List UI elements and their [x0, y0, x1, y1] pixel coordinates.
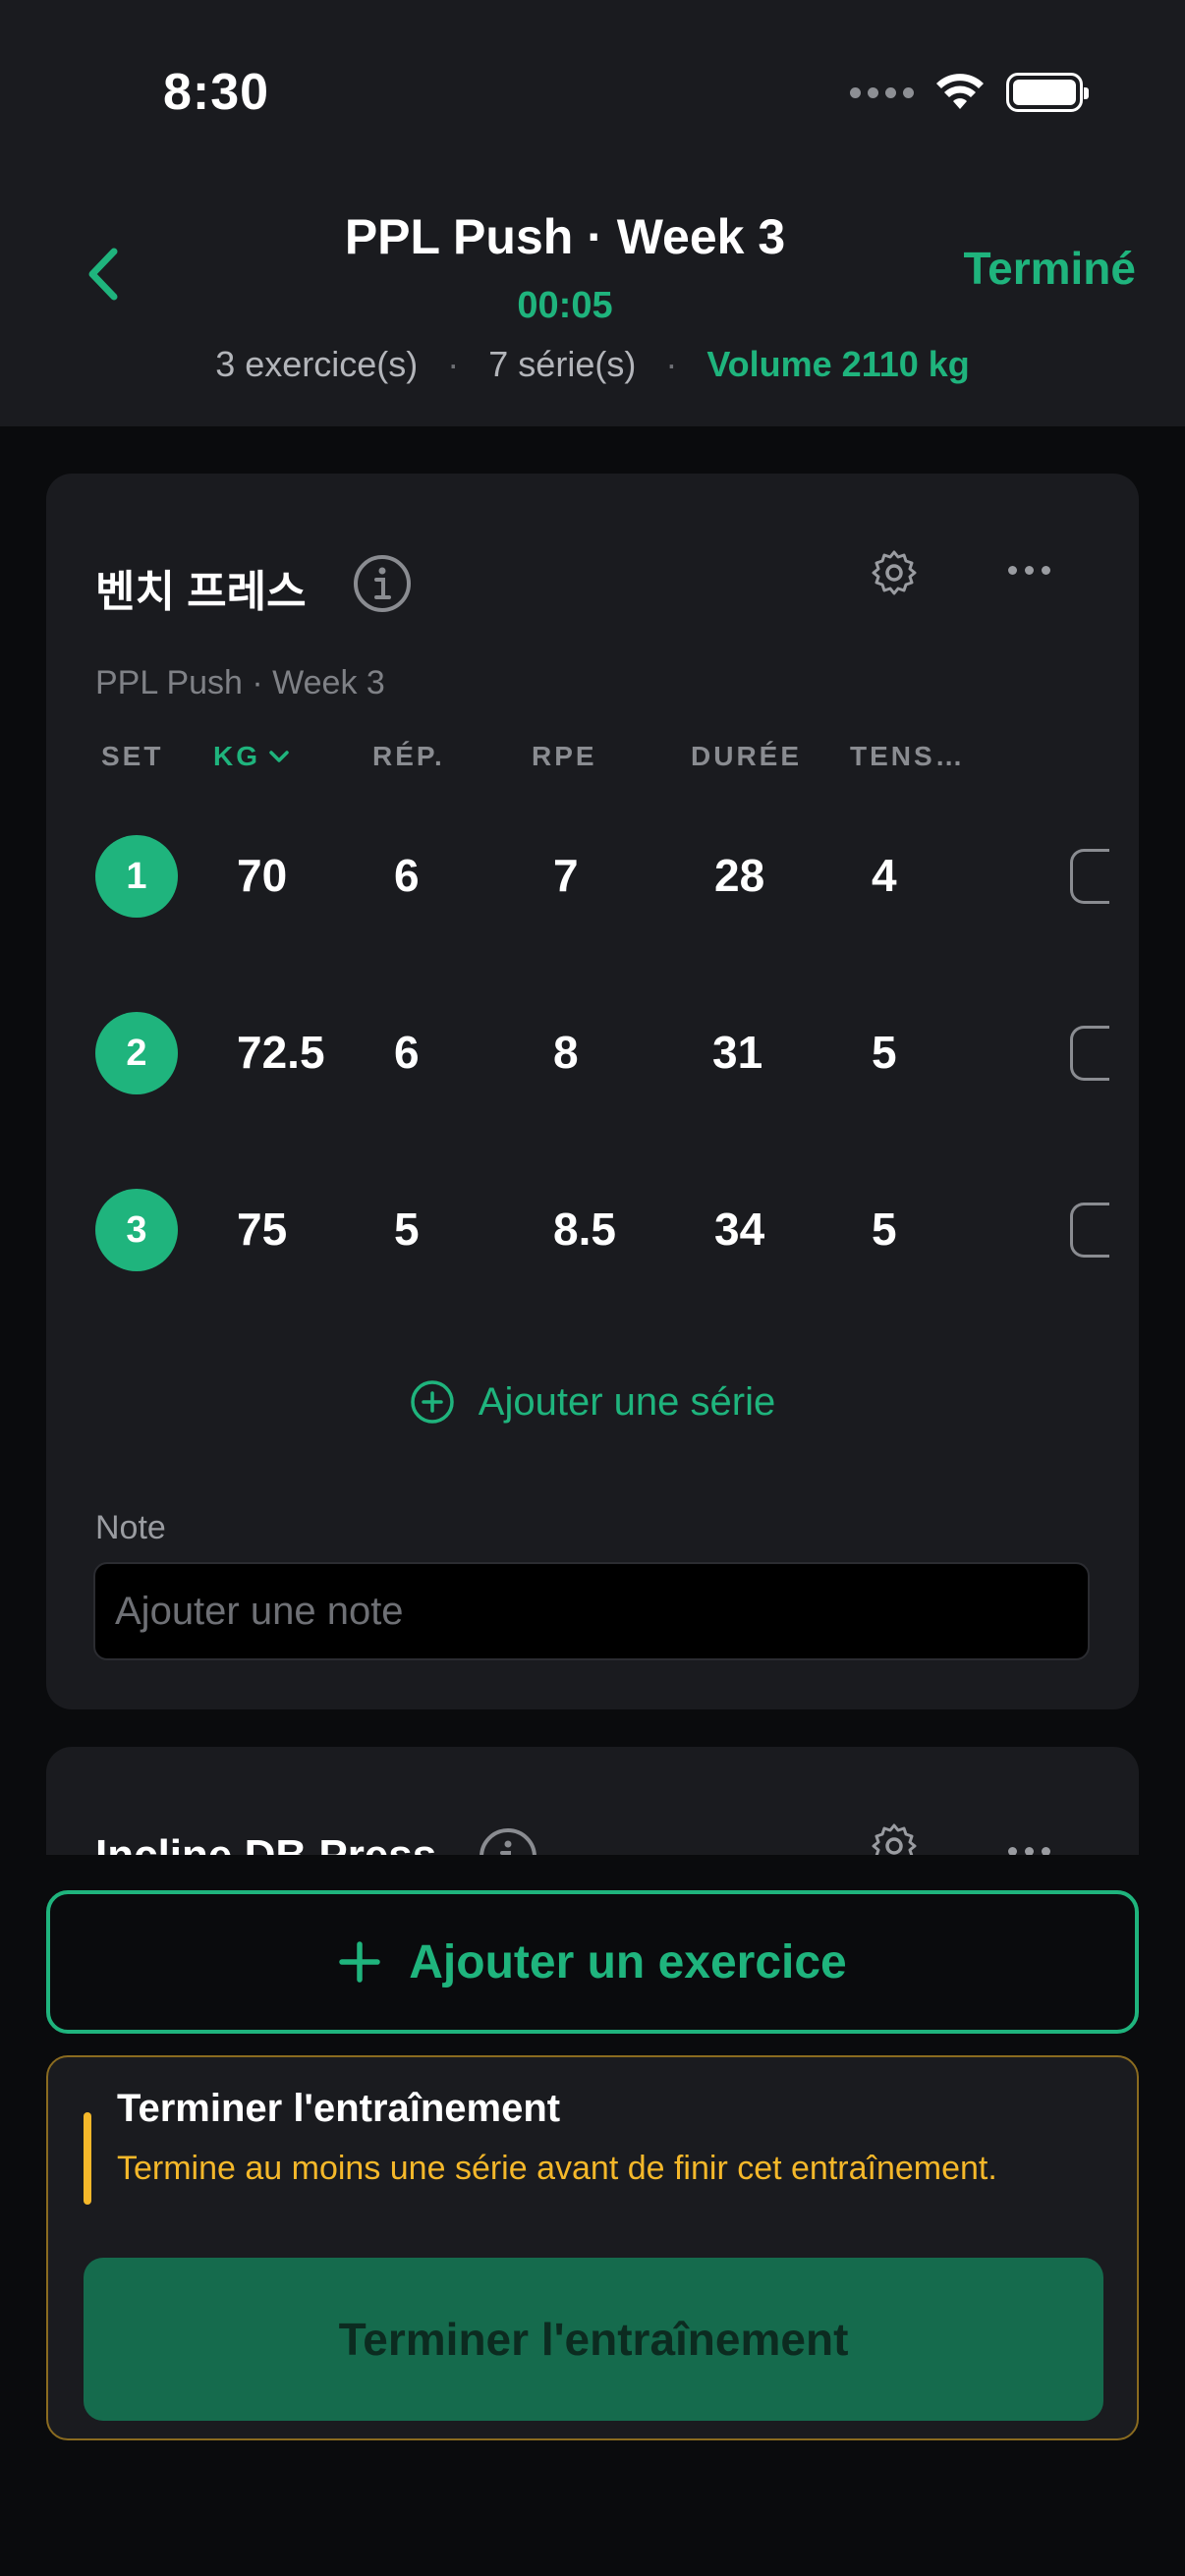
set-complete-checkbox[interactable] [1070, 849, 1109, 904]
set-reps[interactable]: 5 [394, 1203, 420, 1256]
set-number-badge[interactable]: 1 [95, 835, 178, 918]
column-duration: DURÉE [691, 741, 803, 771]
column-rpe: RPE [532, 741, 597, 771]
column-kg[interactable]: KG [213, 741, 290, 772]
set-duration[interactable]: 31 [712, 1026, 762, 1079]
bottom-actions: Ajouter un exercice Terminer l'entraînem… [0, 1855, 1185, 2576]
add-set-button[interactable]: Ajouter une série [46, 1379, 1139, 1425]
status-time: 8:30 [163, 64, 270, 121]
plus-icon [339, 1941, 380, 1983]
add-exercise-label: Ajouter un exercice [409, 1935, 847, 1988]
set-tension[interactable]: 5 [872, 1203, 897, 1256]
finish-workout-button[interactable]: Terminer l'entraînement [84, 2258, 1103, 2421]
set-number-badge[interactable]: 3 [95, 1189, 178, 1271]
note-input[interactable] [93, 1562, 1090, 1660]
exercise-routine: PPL Push · Week 3 [95, 664, 385, 701]
set-kg[interactable]: 72.5 [237, 1026, 325, 1079]
workout-timer: 00:05 [517, 285, 613, 326]
set-rpe[interactable]: 7 [553, 849, 579, 902]
set-number-badge[interactable]: 2 [95, 1012, 178, 1094]
exercise-count: 3 exercice(s) [215, 344, 419, 384]
more-icon[interactable] [1001, 560, 1056, 580]
finish-title: Terminer l'entraînement [117, 2087, 561, 2130]
status-icons [850, 73, 1089, 112]
add-exercise-button[interactable]: Ajouter un exercice [46, 1890, 1139, 2034]
column-reps: RÉP. [372, 741, 445, 771]
set-kg[interactable]: 75 [237, 1203, 287, 1256]
wifi-icon [936, 74, 984, 109]
set-duration[interactable]: 34 [714, 1203, 764, 1256]
exercise-card: 벤치 프레스 PPL Push · Week 3 SET KG RÉP. RPE… [46, 474, 1139, 1709]
workout-screen: 8:30 PPL Push · Week 3 00:05 Terminé 3 e… [0, 0, 1185, 2576]
summary-separator: · [665, 344, 678, 384]
note-label: Note [95, 1509, 166, 1546]
add-circle-icon [411, 1380, 454, 1424]
finish-warning-message: Termine au moins une série avant de fini… [117, 2150, 997, 2187]
header: 8:30 PPL Push · Week 3 00:05 Terminé 3 e… [0, 0, 1185, 426]
set-complete-checkbox[interactable] [1070, 1203, 1109, 1258]
set-complete-checkbox[interactable] [1070, 1026, 1109, 1081]
finish-workout-panel: Terminer l'entraînement Termine au moins… [46, 2055, 1139, 2440]
signal-dots-icon [850, 86, 914, 98]
summary-separator: · [447, 344, 460, 384]
column-kg-label: KG [213, 741, 260, 771]
add-set-label: Ajouter une série [478, 1379, 776, 1424]
column-set: SET [101, 741, 164, 771]
column-tension: TENS… [850, 741, 966, 771]
chevron-down-icon [269, 751, 289, 762]
set-kg[interactable]: 70 [237, 849, 287, 902]
set-tension[interactable]: 5 [872, 1026, 897, 1079]
set-rpe[interactable]: 8 [553, 1026, 579, 1079]
battery-icon [1006, 73, 1089, 112]
set-duration[interactable]: 28 [714, 849, 764, 902]
set-reps[interactable]: 6 [394, 1026, 420, 1079]
info-icon[interactable] [353, 554, 412, 613]
set-row: 1 70 6 7 28 4 [46, 827, 1139, 925]
set-row: 3 75 5 8.5 34 5 [46, 1181, 1139, 1279]
exercise-name[interactable]: 벤치 프레스 [95, 556, 307, 619]
gear-icon[interactable] [870, 548, 919, 597]
set-rpe[interactable]: 8.5 [553, 1203, 616, 1256]
warning-indicator [84, 2112, 91, 2205]
set-reps[interactable]: 6 [394, 849, 420, 902]
set-row: 2 72.5 6 8 31 5 [46, 1004, 1139, 1102]
set-tension[interactable]: 4 [872, 849, 897, 902]
workout-title: PPL Push · Week 3 [344, 209, 786, 264]
workout-summary: 3 exercice(s) · 7 série(s) · Volume 2110… [0, 344, 1185, 385]
done-button[interactable]: Terminé [963, 242, 1136, 295]
set-count: 7 série(s) [488, 344, 637, 384]
volume-total: Volume 2110 kg [706, 344, 970, 384]
